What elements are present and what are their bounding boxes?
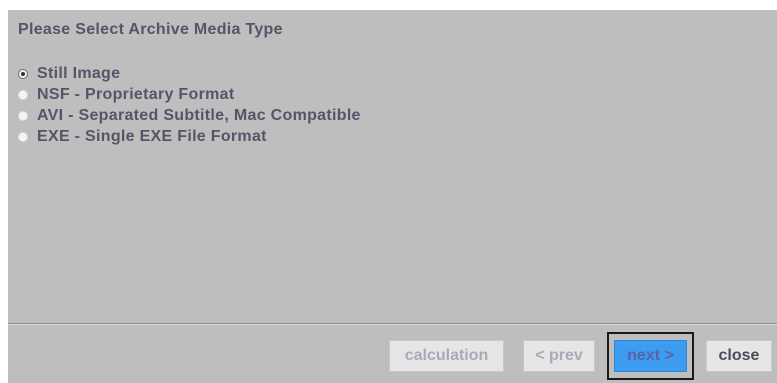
option-label: EXE - Single EXE File Format: [37, 127, 267, 145]
radio-button[interactable]: [18, 110, 28, 121]
option-exe[interactable]: EXE - Single EXE File Format: [18, 120, 361, 153]
option-label: Still Image: [37, 64, 121, 82]
media-type-radio-group: Still Image NSF - Proprietary Format AVI…: [18, 57, 361, 153]
footer-divider-highlight: [8, 324, 777, 325]
option-label: AVI - Separated Subtitle, Mac Compatible: [37, 106, 361, 124]
radio-dot-icon: [21, 71, 25, 76]
dialog-heading: Please Select Archive Media Type: [18, 21, 283, 38]
radio-button-selected[interactable]: [18, 68, 28, 79]
prev-button[interactable]: < prev: [523, 340, 595, 372]
close-button[interactable]: close: [706, 340, 772, 372]
option-label: NSF - Proprietary Format: [37, 85, 235, 103]
radio-button[interactable]: [18, 131, 28, 142]
next-button[interactable]: next >: [614, 340, 687, 372]
radio-button[interactable]: [18, 89, 28, 100]
calculation-button[interactable]: calculation: [389, 340, 504, 372]
archive-media-dialog: Please Select Archive Media Type Still I…: [8, 10, 777, 383]
